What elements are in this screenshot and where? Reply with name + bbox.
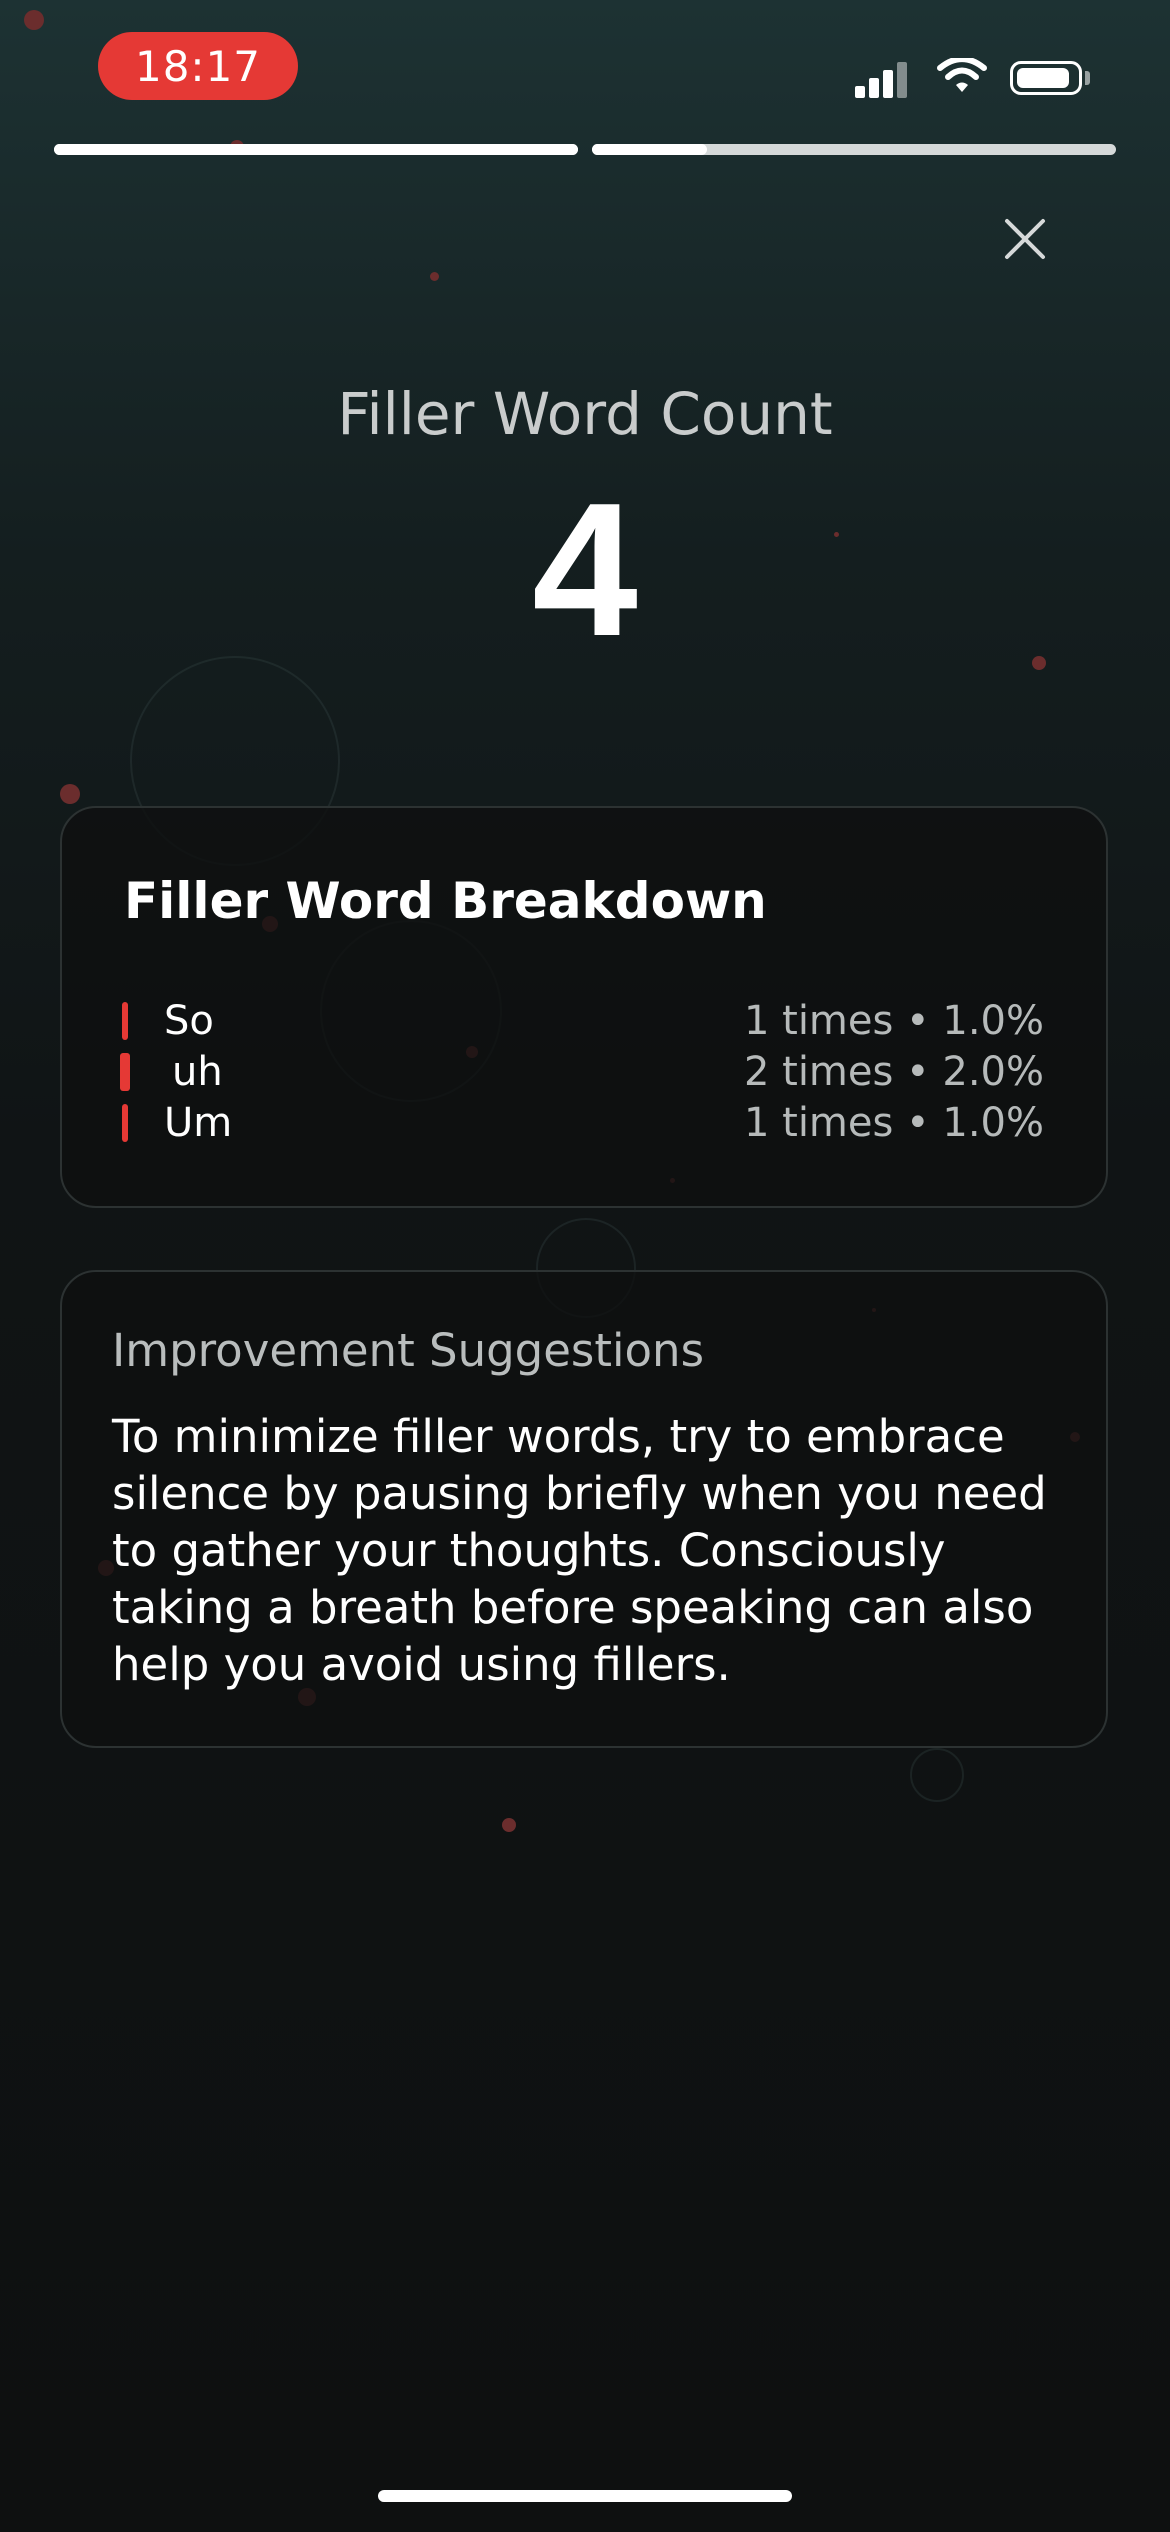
- improvement-suggestions-card: Improvement Suggestions To minimize fill…: [60, 1270, 1108, 1748]
- filler-stats: 1 times • 1.0%: [743, 998, 1044, 1044]
- cellular-signal-icon: [855, 56, 917, 98]
- row-indicator: [120, 1053, 130, 1091]
- battery-icon: [1010, 61, 1082, 95]
- progress-segment-1: [54, 144, 578, 155]
- filler-word-count: 4: [532, 464, 638, 676]
- battery-cap: [1085, 71, 1090, 85]
- progress-segment-1-fill: [54, 144, 578, 155]
- breakdown-row: uh 2 times • 2.0%: [62, 1047, 1106, 1097]
- filler-word: Um: [164, 1100, 233, 1146]
- suggestions-title: Improvement Suggestions: [112, 1324, 705, 1377]
- suggestions-body: To minimize filler words, try to embrace…: [112, 1410, 1047, 1691]
- breakdown-title: Filler Word Breakdown: [124, 872, 767, 930]
- row-indicator: [122, 1104, 128, 1142]
- row-indicator: [122, 1002, 128, 1040]
- page-title: Filler Word Count: [337, 380, 833, 448]
- progress-segment-2: [592, 144, 1116, 155]
- breakdown-row: Um 1 times • 1.0%: [62, 1098, 1106, 1148]
- home-indicator[interactable]: [378, 2490, 792, 2502]
- filler-stats: 1 times • 1.0%: [743, 1100, 1044, 1146]
- status-time: 18:17: [98, 32, 298, 100]
- filler-stats: 2 times • 2.0%: [743, 1049, 1044, 1095]
- filler-word: So: [164, 998, 214, 1044]
- filler-word: uh: [172, 1049, 223, 1095]
- wifi-icon: [937, 58, 987, 92]
- close-button[interactable]: [996, 210, 1054, 268]
- filler-breakdown-card: Filler Word Breakdown So 1 times • 1.0% …: [60, 806, 1108, 1208]
- breakdown-row: So 1 times • 1.0%: [62, 996, 1106, 1046]
- progress-segment-2-fill: [592, 144, 708, 155]
- close-icon: [1005, 219, 1045, 259]
